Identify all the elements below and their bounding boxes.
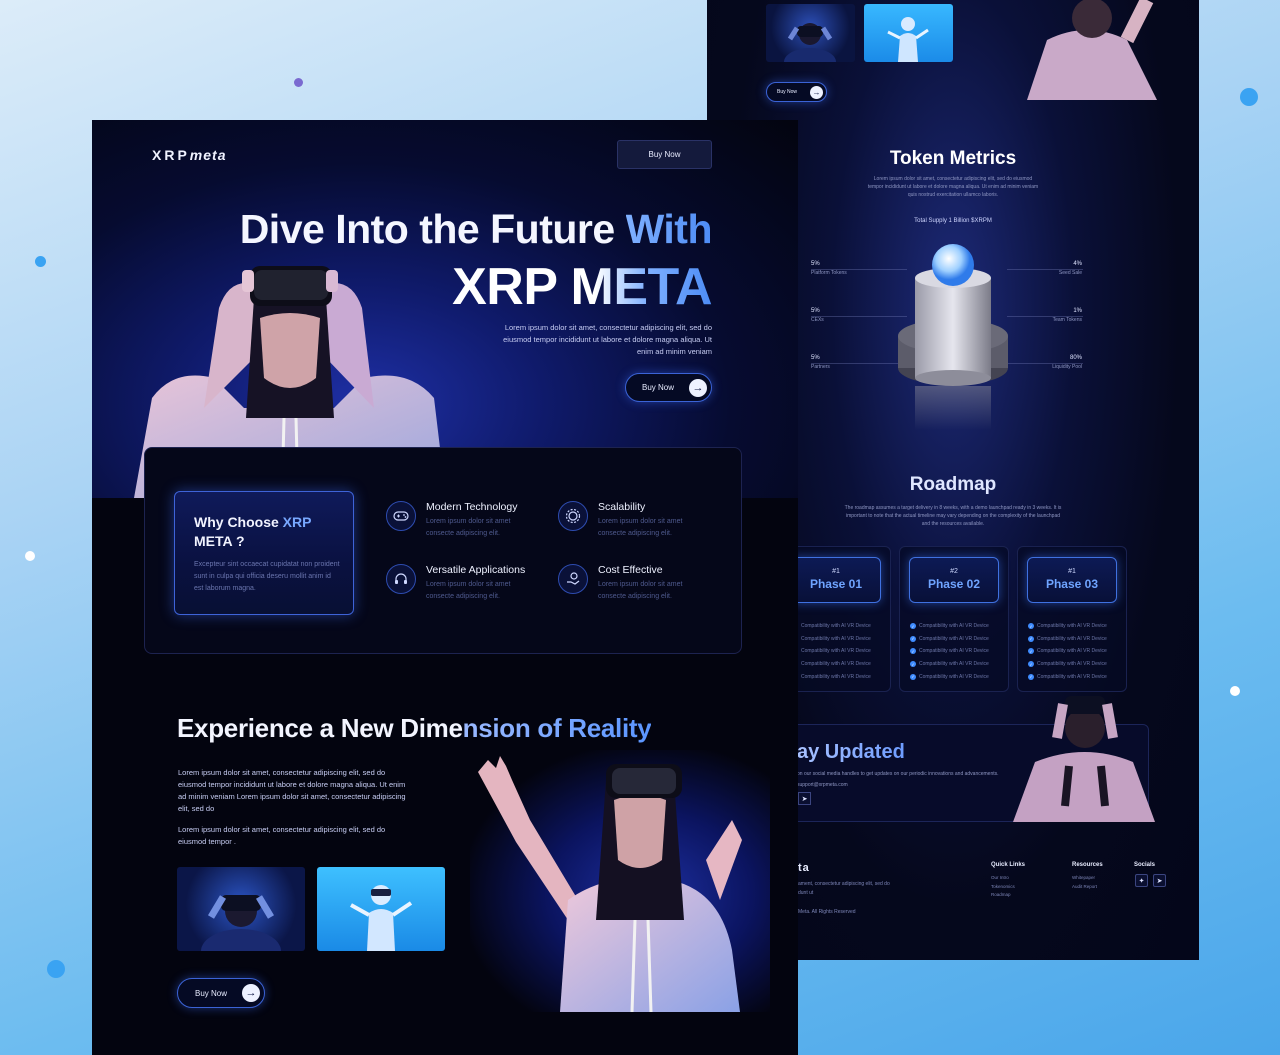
footer-description: ament, consectetur adipiscing elit, sed … (798, 881, 890, 896)
metric-divider (811, 269, 907, 270)
why-choose-card: Why Choose XRP META ? Excepteur sint occa… (174, 491, 354, 615)
decor-dot (294, 78, 303, 87)
why-choose-panel: Why Choose XRP META ? Excepteur sint occa… (144, 447, 742, 654)
vr-photo-thumb (177, 867, 305, 951)
buy-now-button[interactable]: Buy Now → (766, 82, 827, 102)
vr-photo-thumb (317, 867, 445, 951)
list-item: ✓Compatibility with AI VR Device (910, 648, 989, 655)
phase-items: ✓Compatibility with AI VR Device ✓Compat… (792, 620, 871, 683)
vr-photo-thumb (766, 4, 855, 62)
list-item: ✓Compatibility with AI VR Device (792, 670, 871, 683)
footer-link[interactable]: Tokenomics (991, 884, 1015, 889)
experience-title: Experience a New Dimension of Reality (177, 713, 652, 743)
list-item: ✓Compatibility with AI VR Device (1028, 623, 1107, 630)
twitter-icon[interactable]: ✦ (1135, 874, 1148, 887)
vr-photo-thumb (864, 4, 953, 62)
stay-updated-description: on our social media handles to get updat… (797, 771, 999, 788)
vr-woman-reaching-photo (470, 750, 770, 1013)
buy-now-label: Buy Now (195, 988, 228, 998)
arrow-right-icon: → (810, 85, 823, 99)
why-choose-description: Excepteur sint occaecat cupidatat non pr… (194, 561, 340, 592)
metric-divider (1007, 269, 1083, 270)
metric-divider (811, 316, 907, 317)
list-item: ✓Compatibility with AI VR Device (1028, 661, 1107, 668)
coin-hand-icon (558, 564, 588, 594)
list-item: ✓Compatibility with AI VR Device (910, 661, 989, 668)
check-icon: ✓ (1028, 648, 1034, 655)
footer-link[interactable]: Audit Report (1072, 884, 1097, 889)
footer-link[interactable]: Our Intro (991, 875, 1009, 880)
logo[interactable]: XRPmeta (152, 147, 226, 163)
footer-logo-tail: ta (798, 862, 810, 874)
gear-icon (558, 501, 588, 531)
list-item: ✓Compatibility with AI VR Device (792, 633, 871, 646)
roadmap-description: The roadmap assumes a target delivery in… (844, 505, 1062, 527)
list-item: ✓Compatibility with AI VR Device (792, 645, 871, 658)
check-icon: ✓ (910, 648, 916, 655)
footer-link[interactable]: Whitepaper (1072, 875, 1095, 880)
nav-buy-now-button[interactable]: Buy Now (617, 140, 712, 169)
gamepad-icon (386, 501, 416, 531)
check-icon: ✓ (910, 661, 916, 668)
telegram-icon[interactable]: ➤ (798, 792, 811, 805)
phase-badge[interactable]: #1 Phase 01 (791, 557, 881, 603)
hero-description: Lorem ipsum dolor sit amet, consectetur … (503, 323, 712, 356)
phase-card: #2 Phase 02 ✓ Compatibility with AI VR De… (899, 546, 1009, 692)
front-page: XRPmeta Buy Now Dive Into the Future Wit… (92, 120, 798, 1055)
phase-items: ✓Compatibility with AI VR Device ✓Compat… (910, 620, 989, 683)
decor-dot (35, 256, 46, 267)
hero-title: Dive Into the Future With XRP META (239, 206, 713, 316)
check-icon: ✓ (910, 673, 916, 680)
why-choose-title: Why Choose XRP META ? (194, 514, 312, 549)
token-cylinder-graphic (897, 240, 1009, 430)
list-item: ✓Compatibility with AI VR Device (910, 635, 989, 642)
quick-links-title: Quick Links (991, 862, 1026, 868)
check-icon: ✓ (910, 635, 916, 642)
copyright: Meta. All Rights Reserved (798, 909, 856, 915)
list-item: ✓Compatibility with AI VR Device (792, 620, 871, 633)
phase-card: #1 Phase 03 ✓ Compatibility with AI VR De… (1017, 546, 1127, 692)
phase-items: ✓Compatibility with AI VR Device ✓Compat… (1028, 620, 1107, 683)
socials-title: Socials (1134, 862, 1156, 868)
check-icon: ✓ (910, 623, 916, 630)
buy-now-label: Buy Now (777, 89, 798, 95)
vr-woman-photo (1005, 686, 1165, 822)
footer-link[interactable]: Roadmap (991, 892, 1011, 897)
hero-buy-now-button[interactable]: Buy Now → (625, 373, 712, 402)
list-item: ✓Compatibility with AI VR Device (1028, 635, 1107, 642)
experience-paragraph-1: Lorem ipsum dolor sit amet, consectetur … (178, 768, 406, 813)
decor-dot (1240, 88, 1258, 106)
phase-badge[interactable]: #2 Phase 02 (909, 557, 999, 603)
metric-divider (1007, 316, 1083, 317)
list-item: ✓Compatibility with AI VR Device (910, 673, 989, 680)
experience-paragraph-2: Lorem ipsum dolor sit amet, consectetur … (178, 825, 386, 846)
check-icon: ✓ (1028, 623, 1034, 630)
phase-badge[interactable]: #1 Phase 03 (1027, 557, 1117, 603)
metric-divider (811, 363, 907, 364)
experience-buy-now-button[interactable]: Buy Now → (177, 978, 265, 1008)
list-item: ✓Compatibility with AI VR Device (1028, 673, 1107, 680)
check-icon: ✓ (1028, 661, 1034, 668)
token-metrics-description: Lorem ipsum dolor sit amet, consectetur … (867, 176, 1039, 198)
metric-divider (1007, 363, 1083, 364)
decor-dot (47, 960, 65, 978)
buy-now-label: Buy Now (642, 383, 675, 392)
headset-icon (386, 564, 416, 594)
list-item: ✓Compatibility with AI VR Device (1028, 648, 1107, 655)
arrow-right-icon: → (689, 378, 707, 397)
decor-dot (25, 551, 35, 561)
list-item: ✓Compatibility with AI VR Device (910, 623, 989, 630)
resources-title: Resources (1072, 862, 1103, 868)
arrow-right-icon: → (242, 984, 260, 1002)
telegram-icon[interactable]: ➤ (1153, 874, 1166, 887)
list-item: ✓Compatibility with AI VR Device (792, 658, 871, 671)
vr-woman-photo (1007, 0, 1167, 100)
check-icon: ✓ (1028, 635, 1034, 642)
decor-dot (1230, 686, 1240, 696)
check-icon: ✓ (1028, 673, 1034, 680)
stay-updated-title: ay Updated (797, 741, 905, 763)
